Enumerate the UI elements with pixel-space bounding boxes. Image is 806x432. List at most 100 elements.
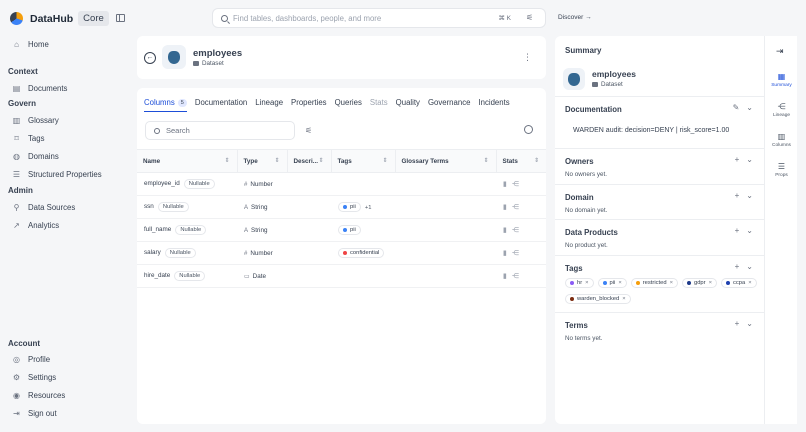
remove-tag-icon[interactable]: ×: [670, 280, 673, 286]
tag-pill[interactable]: hr ×: [565, 278, 594, 288]
lineage-icon[interactable]: ⋲: [512, 273, 524, 280]
nav-item-documents[interactable]: ▤ Documents: [12, 84, 68, 93]
cell-name[interactable]: salary Nullable: [137, 241, 237, 265]
remove-tag-icon[interactable]: ×: [748, 280, 751, 286]
cell-name[interactable]: hire_date Nullable: [137, 264, 237, 288]
chevron-down-icon[interactable]: ⌄: [746, 191, 753, 200]
tab-quality[interactable]: Quality: [396, 98, 420, 112]
stats-bar-icon[interactable]: ▮: [503, 227, 512, 234]
cell-description[interactable]: [287, 218, 331, 242]
lineage-icon[interactable]: ⋲: [512, 227, 524, 234]
chevron-down-icon[interactable]: ⌄: [746, 262, 753, 271]
rail-item-summary[interactable]: ▦ Summary: [765, 72, 798, 88]
chevron-down-icon[interactable]: ⌄: [746, 155, 753, 164]
table-row[interactable]: ssn Nullable A String pii +1 ▮⋲: [137, 195, 546, 219]
lineage-icon[interactable]: ⋲: [512, 204, 524, 211]
edit-icon[interactable]: ✎: [733, 103, 740, 112]
add-icon[interactable]: +: [735, 191, 740, 200]
cell-glossary-terms[interactable]: [395, 241, 496, 265]
filter-icon[interactable]: ⚟: [526, 14, 535, 22]
cell-name[interactable]: employee_id Nullable: [137, 172, 237, 196]
cell-name[interactable]: full_name Nullable: [137, 218, 237, 242]
column-header-stats[interactable]: Stats ⇕: [495, 149, 546, 173]
tag-pill[interactable]: ccpa ×: [720, 278, 757, 288]
columns-search-input[interactable]: Search: [145, 121, 295, 140]
nav-item-settings[interactable]: ⚙ Settings: [12, 373, 56, 382]
tag-pill[interactable]: confidential: [338, 248, 385, 258]
cell-description[interactable]: [287, 195, 331, 219]
tab-stats[interactable]: Stats: [370, 98, 388, 112]
sort-icon[interactable]: ⇕: [274, 157, 279, 164]
table-row[interactable]: hire_date Nullable ▭ Date ▮⋲: [137, 264, 546, 288]
stats-bar-icon[interactable]: ▮: [503, 204, 512, 211]
cell-glossary-terms[interactable]: [395, 195, 496, 219]
chevron-down-icon[interactable]: ⌄: [746, 319, 753, 328]
cell-glossary-terms[interactable]: [395, 264, 496, 288]
sort-icon[interactable]: ⇕: [382, 157, 387, 164]
tag-pill[interactable]: restricted ×: [630, 278, 678, 288]
add-icon[interactable]: +: [735, 262, 740, 271]
table-row[interactable]: full_name Nullable A String pii ▮⋲: [137, 218, 546, 242]
column-header-tags[interactable]: Tags ⇕: [330, 149, 395, 173]
remove-tag-icon[interactable]: ×: [622, 296, 625, 302]
nav-item-sign-out[interactable]: ⇥ Sign out: [12, 409, 56, 418]
tab-documentation[interactable]: Documentation: [195, 98, 247, 112]
table-row[interactable]: employee_id Nullable # Number ▮⋲: [137, 172, 546, 196]
sort-icon[interactable]: ⇕: [318, 157, 323, 164]
rail-item-props[interactable]: ☰ Props: [765, 162, 798, 178]
add-icon[interactable]: +: [735, 226, 740, 235]
stats-bar-icon[interactable]: ▮: [503, 181, 512, 188]
cell-glossary-terms[interactable]: [395, 218, 496, 242]
more-tags-count[interactable]: +1: [365, 205, 372, 211]
rail-item-columns[interactable]: ▥ Columns: [765, 132, 798, 148]
remove-tag-icon[interactable]: ×: [585, 280, 588, 286]
stats-bar-icon[interactable]: ▮: [503, 273, 512, 280]
stats-bar-icon[interactable]: ▮: [503, 250, 512, 257]
chevron-down-icon[interactable]: ⌄: [746, 226, 753, 235]
tag-pill[interactable]: gdpr ×: [681, 278, 717, 288]
tag-pill[interactable]: pii ×: [597, 278, 627, 288]
tab-properties[interactable]: Properties: [291, 98, 327, 112]
close-panel-icon[interactable]: ⇥: [776, 46, 784, 57]
back-arrow-icon[interactable]: ←: [144, 52, 156, 64]
columns-filter-icon[interactable]: ⚟: [305, 126, 312, 135]
nav-item-profile[interactable]: ◎ Profile: [12, 355, 50, 364]
tag-pill[interactable]: warden_blocked ×: [565, 294, 631, 304]
nav-item-tags[interactable]: ⌑ Tags: [12, 134, 44, 143]
lineage-icon[interactable]: ⋲: [512, 250, 524, 257]
nav-item-resources[interactable]: ◉ Resources: [12, 391, 65, 400]
nav-item-glossary[interactable]: ▥ Glossary: [12, 116, 59, 125]
history-icon[interactable]: [524, 125, 533, 134]
cell-tags[interactable]: pii: [331, 218, 395, 242]
nav-item-data-sources[interactable]: ⚲ Data Sources: [12, 203, 76, 212]
tag-pill[interactable]: pii: [338, 202, 361, 212]
cell-tags[interactable]: pii +1: [331, 195, 395, 219]
lineage-icon[interactable]: ⋲: [512, 181, 524, 188]
cell-description[interactable]: [287, 241, 331, 265]
cell-description[interactable]: [287, 264, 331, 288]
nav-item-structured-properties[interactable]: ☰ Structured Properties: [12, 170, 102, 179]
sort-icon[interactable]: ⇕: [534, 157, 539, 164]
tab-incidents[interactable]: Incidents: [478, 98, 509, 112]
global-search-input[interactable]: Find tables, dashboards, people, and mor…: [212, 8, 546, 28]
column-header-type[interactable]: Type ⇕: [236, 149, 287, 173]
column-header-description[interactable]: Descri... ⇕: [286, 149, 331, 173]
sort-icon[interactable]: ⇕: [483, 157, 488, 164]
rail-item-lineage[interactable]: ⋲ Lineage: [765, 102, 798, 118]
brand[interactable]: DataHub Core: [10, 11, 109, 26]
tag-pill[interactable]: pii: [338, 225, 361, 235]
cell-name[interactable]: ssn Nullable: [137, 195, 237, 219]
nav-item-home[interactable]: ⌂ Home: [12, 40, 49, 49]
column-header-glossary-terms[interactable]: Glossary Terms ⇕: [394, 149, 496, 173]
cell-tags[interactable]: [331, 172, 395, 196]
tab-governance[interactable]: Governance: [428, 98, 470, 112]
add-icon[interactable]: +: [735, 155, 740, 164]
table-row[interactable]: salary Nullable # Number confidential ▮⋲: [137, 241, 546, 265]
discover-link[interactable]: Discover →: [558, 14, 592, 21]
remove-tag-icon[interactable]: ×: [618, 280, 621, 286]
summary-entity-name[interactable]: employees: [592, 69, 636, 79]
add-icon[interactable]: +: [735, 319, 740, 328]
tab-queries[interactable]: Queries: [335, 98, 362, 112]
chevron-down-icon[interactable]: ⌄: [746, 103, 753, 112]
tab-columns[interactable]: Columns 5: [144, 98, 187, 112]
